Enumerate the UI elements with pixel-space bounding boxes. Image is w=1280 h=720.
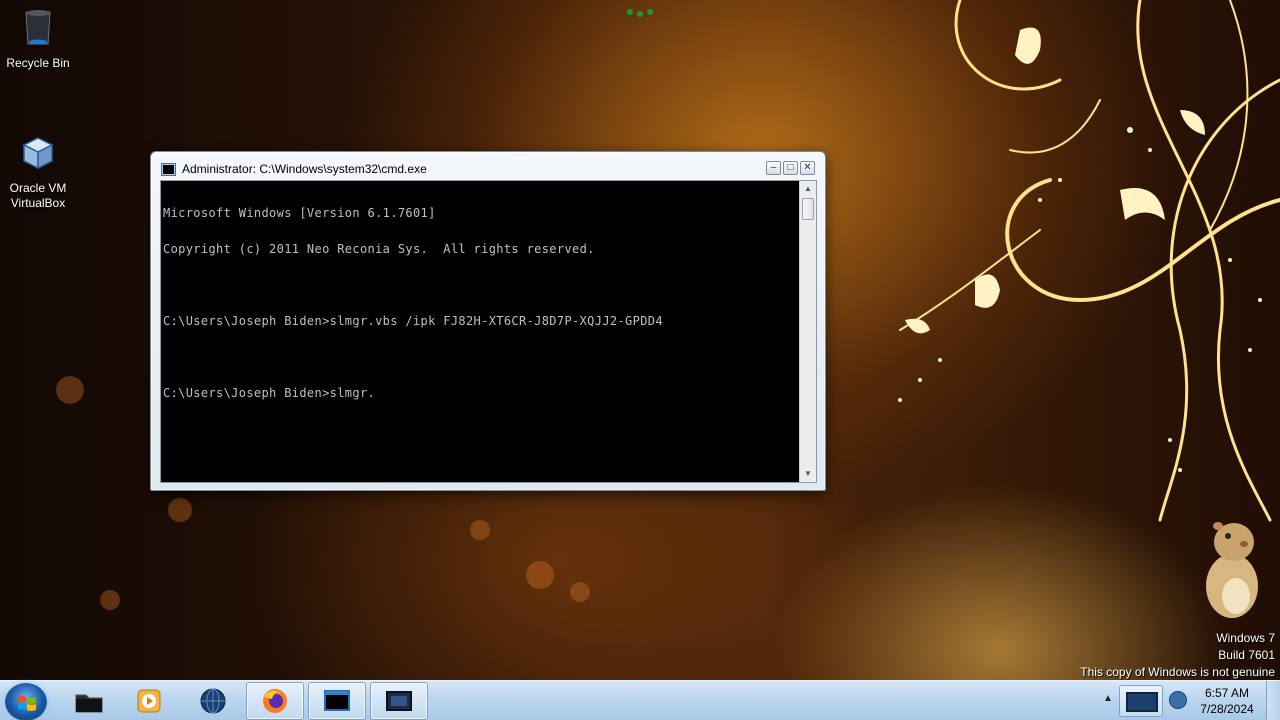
cmd-icon [161, 162, 176, 176]
console-line: Microsoft Windows [Version 6.1.7601] [163, 206, 436, 220]
firefox-icon [263, 689, 287, 713]
console-line: C:\Users\Joseph Biden>slmgr. [163, 386, 376, 400]
virtualbox-icon [22, 137, 54, 170]
show-desktop-button[interactable] [1266, 681, 1280, 720]
folder-icon [75, 694, 103, 713]
window-controls: – □ ✕ [766, 161, 815, 175]
scroll-thumb[interactable] [802, 198, 814, 220]
maximize-button[interactable]: □ [783, 161, 798, 175]
taskbar: ▲ 6:57 AM 7/28/2024 [0, 680, 1280, 720]
window-titlebar[interactable]: Administrator: C:\Windows\system32\cmd.e… [161, 161, 427, 177]
vertical-scrollbar[interactable]: ▲ ▼ [799, 181, 816, 482]
scroll-down-arrow-icon[interactable]: ▼ [800, 466, 816, 482]
watermark-os: Windows 7 [1216, 631, 1275, 645]
cmd-icon [324, 690, 350, 711]
volume-icon[interactable] [1169, 691, 1187, 709]
globe-icon [200, 688, 226, 714]
network-icon[interactable] [1119, 685, 1163, 717]
media-player-icon [137, 689, 161, 713]
desktop-icon-label: Oracle VM VirtualBox [9, 181, 67, 210]
system-tray: ▲ 6:57 AM 7/28/2024 [1095, 681, 1280, 720]
console-area[interactable]: Microsoft Windows [Version 6.1.7601] Cop… [160, 180, 817, 483]
taskbar-ie[interactable] [184, 682, 242, 720]
hamster-gadget-icon[interactable] [1196, 516, 1266, 620]
watermark-warning: This copy of Windows is not genuine [1080, 665, 1275, 679]
taskbar-virtualbox[interactable] [370, 682, 428, 720]
console-text[interactable]: Microsoft Windows [Version 6.1.7601] Cop… [162, 182, 798, 481]
taskbar-firefox[interactable] [246, 682, 304, 720]
taskbar-cmd[interactable] [308, 682, 366, 720]
desktop-icon-virtualbox[interactable]: Oracle VM VirtualBox [0, 118, 76, 226]
clock-time: 6:57 AM [1204, 686, 1250, 700]
taskbar-media-player[interactable] [120, 682, 178, 720]
desktop-icon-label: Recycle Bin [6, 56, 70, 70]
desktop-icon-recycle-bin[interactable]: Recycle Bin [0, 8, 76, 71]
scroll-up-arrow-icon[interactable]: ▲ [800, 181, 816, 197]
minimize-button[interactable]: – [766, 161, 781, 175]
watermark-build: Build 7601 [1218, 648, 1275, 662]
windows-logo-icon [18, 696, 36, 711]
window-title: Administrator: C:\Windows\system32\cmd.e… [182, 162, 427, 176]
console-line: Copyright (c) 2011 Neo Reconia Sys. All … [163, 242, 595, 256]
clock-date: 7/28/2024 [1200, 702, 1254, 716]
clock[interactable]: 6:57 AM 7/28/2024 [1191, 685, 1263, 717]
close-button[interactable]: ✕ [800, 161, 815, 175]
virtualbox-icon [386, 691, 412, 711]
cmd-window[interactable]: Administrator: C:\Windows\system32\cmd.e… [150, 151, 826, 491]
console-line: C:\Users\Joseph Biden>slmgr.vbs /ipk FJ8… [163, 314, 663, 328]
start-button[interactable] [5, 683, 47, 720]
recycle-bin-icon [25, 10, 51, 45]
taskbar-explorer[interactable] [60, 682, 118, 720]
genuine-watermark: Windows 7 Build 7601 This copy of Window… [1080, 630, 1275, 681]
tray-expand-icon[interactable]: ▲ [1103, 693, 1113, 704]
